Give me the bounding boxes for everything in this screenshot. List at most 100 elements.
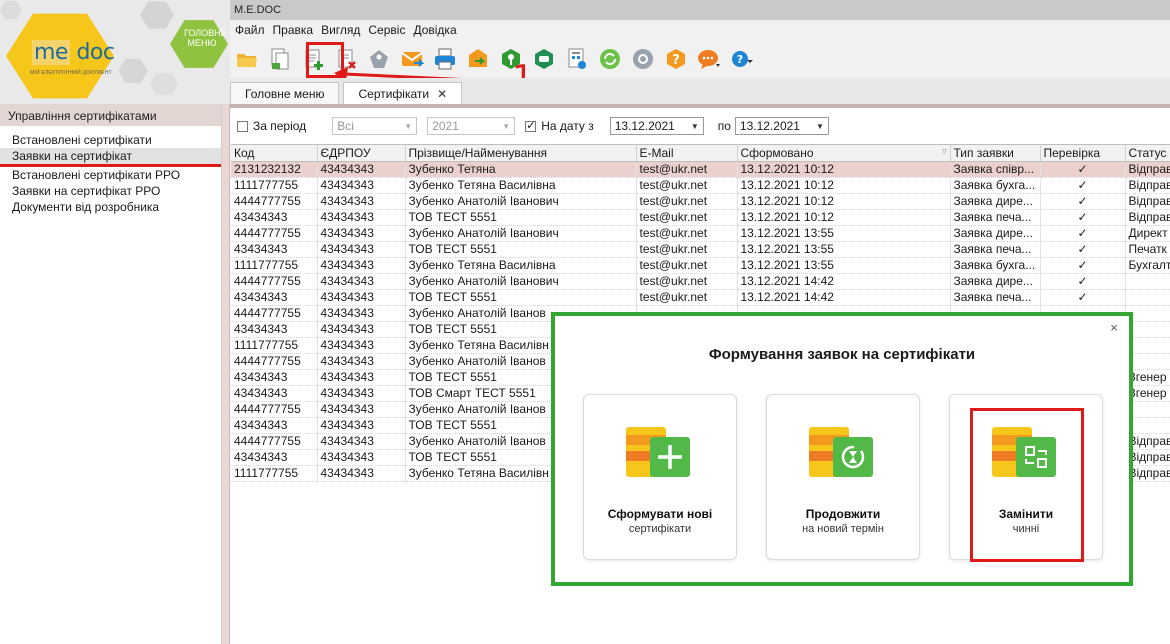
period-checkbox[interactable]	[237, 120, 248, 132]
close-icon[interactable]: ✕	[437, 87, 447, 101]
table-row[interactable]: 4444777755 43434343 Зубенко Анатолій Івано…	[231, 273, 1170, 290]
decor-hexagon	[150, 72, 178, 96]
table-row[interactable]: 43434343 43434343 ТОВ ТЕСТ 5551 test@ukr.ne…	[231, 209, 1170, 226]
column-header-email[interactable]: E-Mail	[636, 144, 738, 162]
code-cell: 4444777755	[231, 305, 318, 322]
table-row[interactable]: 1111777755 43434343 Зубенко Тетяна Василів…	[231, 257, 1170, 274]
column-header-created[interactable]: Сформовано ▿	[737, 144, 951, 162]
hourglass-icon	[809, 427, 873, 477]
edrpou-cell: 43434343	[317, 193, 406, 210]
chevron-down-icon[interactable]: ▼	[691, 122, 699, 131]
table-row[interactable]: 4444777755 43434343 Зубенко Анатолій Івано…	[231, 193, 1170, 210]
dialog-title: Формування заявок на сертифікати	[708, 346, 976, 363]
column-header-status[interactable]: Статус	[1125, 144, 1170, 162]
column-header-check[interactable]: Перевірка	[1040, 144, 1126, 162]
date-checkbox[interactable]	[525, 119, 537, 132]
table-row[interactable]: 2131232132 43434343 Зубенко Тетяна test@ukr…	[231, 161, 1170, 178]
logo-tagline: мій електронний документ	[30, 70, 112, 76]
created-cell: 13.12.2021 10:12	[737, 209, 951, 226]
close-icon[interactable]: ×	[1107, 320, 1121, 335]
column-header-name[interactable]: Прізвище/Найменування	[405, 144, 637, 162]
request-type-cell: Заявка дире...	[950, 225, 1041, 242]
copy-button[interactable]	[265, 44, 295, 74]
status-cell	[1125, 289, 1170, 306]
check-cell: ✓	[1040, 209, 1126, 226]
filter-icon[interactable]: ▿	[942, 146, 947, 157]
check-cell: ✓	[1040, 161, 1126, 178]
table-row[interactable]: 43434343 43434343 ТОВ ТЕСТ 5551 test@ukr.ne…	[231, 241, 1170, 258]
code-cell: 43434343	[231, 449, 318, 466]
sidebar-item-rro-certificate-requests[interactable]: Заявки на сертифікат РРО	[0, 183, 221, 199]
info-button[interactable]: ?	[727, 44, 757, 74]
extend-option[interactable]: Продовжити на новий термін	[766, 394, 920, 560]
date-from-picker[interactable]: 13.12.2021 ▼	[609, 117, 704, 135]
code-cell: 2131232132	[231, 161, 318, 178]
settings-button[interactable]	[628, 44, 658, 74]
period-label: За період	[253, 119, 307, 133]
menu-file[interactable]: Файл	[234, 23, 266, 37]
chat-button[interactable]	[694, 44, 724, 74]
help-button[interactable]: ?	[661, 44, 691, 74]
menu-bar: Файл Правка Вигляд Сервіс Довідка	[230, 20, 1170, 40]
column-header-edrpou[interactable]: ЄДРПОУ	[317, 144, 406, 162]
create-new-option[interactable]: Сформувати нові сертифікати	[583, 394, 737, 560]
email-cell: test@ukr.net	[636, 177, 738, 194]
menu-help[interactable]: Довідка	[412, 23, 457, 37]
open-button[interactable]	[232, 44, 262, 74]
email-cell: test@ukr.net	[636, 289, 738, 306]
decor-hexagon	[118, 59, 148, 83]
edrpou-cell: 43434343	[317, 289, 406, 306]
plus-icon	[626, 427, 690, 477]
table-row[interactable]: 1111777755 43434343 Зубенко Тетяна Василів…	[231, 177, 1170, 194]
code-cell: 4444777755	[231, 353, 318, 370]
edrpou-cell: 43434343	[317, 449, 406, 466]
created-cell: 13.12.2021 10:12	[737, 193, 951, 210]
request-type-cell: Заявка печа...	[950, 289, 1041, 306]
status-cell: Директ	[1125, 225, 1170, 242]
sidebar-item-installed-rro-certificates[interactable]: Встановлені сертифікати РРО	[0, 167, 221, 183]
sidebar-item-developer-documents[interactable]: Документи від розробника	[0, 199, 221, 215]
registry-button[interactable]	[562, 44, 592, 74]
menu-edit[interactable]: Правка	[272, 23, 315, 37]
sidebar-item-installed-certificates[interactable]: Встановлені сертифікати	[0, 132, 221, 148]
refresh-button[interactable]	[595, 44, 625, 74]
sidebar-item-certificate-requests[interactable]: Заявки на сертифікат	[0, 148, 221, 167]
name-cell: Зубенко Анатолій Іванович	[405, 273, 637, 290]
name-cell: Зубенко Тетяна	[405, 161, 637, 178]
edrpou-cell: 43434343	[317, 417, 406, 434]
chevron-down-icon[interactable]: ▼	[816, 122, 824, 131]
code-cell: 4444777755	[231, 273, 318, 290]
email-cell: test@ukr.net	[636, 209, 738, 226]
status-cell: Відправ	[1125, 209, 1170, 226]
sidebar-splitter[interactable]	[222, 104, 230, 644]
main-menu-label[interactable]: ГОЛОВНЕ МЕНЮ	[184, 28, 227, 48]
edrpou-cell: 43434343	[317, 369, 406, 386]
menu-view[interactable]: Вигляд	[320, 23, 361, 37]
table-row[interactable]: 43434343 43434343 ТОВ ТЕСТ 5551 test@ukr.ne…	[231, 289, 1170, 306]
email-cell: test@ukr.net	[636, 273, 738, 290]
status-cell: Відправ	[1125, 177, 1170, 194]
menu-service[interactable]: Сервіс	[367, 23, 406, 37]
column-header-code[interactable]: Код	[231, 144, 318, 162]
sidebar: Управління сертифікатами Встановлені сер…	[0, 104, 222, 644]
period-filter[interactable]: За період	[237, 119, 306, 133]
option-title: Продовжити	[805, 507, 881, 521]
tab-certificates[interactable]: Сертифікати ✕	[343, 82, 463, 104]
name-cell: ТОВ ТЕСТ 5551	[405, 241, 637, 258]
edrpou-cell: 43434343	[317, 353, 406, 370]
edrpou-cell: 43434343	[317, 465, 406, 482]
code-cell: 43434343	[231, 385, 318, 402]
column-header-created-label: Сформовано	[740, 146, 814, 160]
edrpou-cell: 43434343	[317, 401, 406, 418]
date-filter[interactable]: На дату з	[525, 119, 594, 133]
column-header-request-type[interactable]: Тип заявки	[950, 144, 1041, 162]
date-to-value: 13.12.2021	[739, 119, 800, 133]
tab-main-menu[interactable]: Головне меню	[230, 82, 340, 104]
date-to-picker[interactable]: 13.12.2021 ▼	[734, 117, 829, 135]
code-cell: 4444777755	[231, 193, 318, 210]
check-cell: ✓	[1040, 273, 1126, 290]
code-cell: 43434343	[231, 241, 318, 258]
chat-icon	[698, 50, 720, 69]
table-row[interactable]: 4444777755 43434343 Зубенко Анатолій Івано…	[231, 225, 1170, 242]
logo-me: me	[32, 40, 70, 65]
